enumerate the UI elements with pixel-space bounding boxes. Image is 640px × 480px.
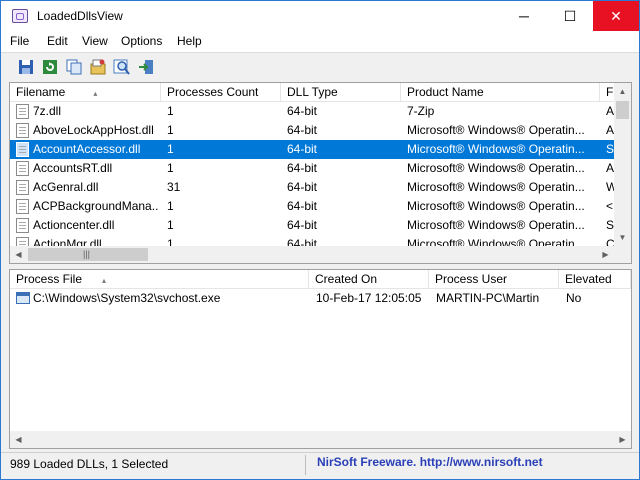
column-dll-type[interactable]: DLL Type [281, 83, 401, 102]
table-row-selected[interactable]: AccountAccessor.dll 1 64-bit Microsoft® … [10, 140, 618, 159]
scroll-up-icon[interactable]: ▲ [614, 83, 631, 100]
column-process-user[interactable]: Process User [429, 270, 559, 289]
dll-file-icon [16, 104, 29, 119]
menu-file[interactable]: File [10, 34, 29, 48]
sort-arrow-icon: ▴ [102, 276, 107, 285]
nirsoft-link[interactable]: NirSoft Freeware. http://www.nirsoft.net [317, 455, 543, 469]
dll-list-header: Filename ▴ Processes Count DLL Type Produ… [10, 83, 631, 102]
dll-file-icon [16, 142, 29, 157]
dll-list-vertical-scrollbar[interactable]: ▲ ▼ [614, 83, 631, 246]
scroll-down-icon[interactable]: ▼ [614, 229, 631, 246]
sort-arrow-icon: ▴ [93, 89, 98, 98]
status-divider [305, 455, 306, 475]
dll-list-horizontal-scrollbar[interactable]: ◀ ||| ▶ [10, 246, 614, 263]
scroll-right-icon[interactable]: ▶ [614, 431, 631, 448]
status-count: 989 Loaded DLLs, 1 Selected [10, 457, 169, 471]
find-icon[interactable] [113, 58, 131, 76]
title-bar[interactable]: LoadedDllsView ─ ☐ ✕ [1, 1, 639, 31]
scroll-right-icon[interactable]: ▶ [597, 246, 614, 263]
process-window-icon [16, 292, 30, 304]
menu-help[interactable]: Help [177, 34, 202, 48]
minimize-button[interactable]: ─ [501, 1, 547, 31]
dll-list[interactable]: Filename ▴ Processes Count DLL Type Produ… [9, 82, 632, 264]
column-product-name[interactable]: Product Name [401, 83, 600, 102]
column-elevated[interactable]: Elevated [559, 270, 631, 289]
dll-file-icon [16, 218, 29, 233]
refresh-icon[interactable] [41, 58, 59, 76]
grip-icon: ||| [83, 249, 91, 259]
scroll-corner [614, 246, 631, 263]
column-processes-count[interactable]: Processes Count [161, 83, 281, 102]
window-title: LoadedDllsView [37, 9, 123, 23]
table-row[interactable]: Actioncenter.dll 1 64-bit Microsoft® Win… [10, 216, 618, 235]
column-created-on[interactable]: Created On [309, 270, 429, 289]
menu-options[interactable]: Options [121, 34, 162, 48]
table-row[interactable]: ActionMgr.dll 1 64-bit Microsoft® Window… [10, 235, 616, 246]
column-filename[interactable]: Filename ▴ [10, 83, 161, 102]
menu-edit[interactable]: Edit [47, 34, 68, 48]
dll-file-icon [16, 199, 29, 214]
process-list-horizontal-scrollbar[interactable]: ◀ ▶ [10, 431, 631, 448]
exit-icon[interactable] [137, 58, 155, 76]
table-row[interactable]: C:\Windows\System32\svchost.exe 10-Feb-1… [10, 289, 631, 308]
process-list-header: Process File ▴ Created On Process User El… [10, 270, 631, 289]
table-row[interactable]: ACPBackgroundMana... 1 64-bit Microsoft®… [10, 197, 616, 216]
menu-view[interactable]: View [82, 34, 108, 48]
maximize-button[interactable]: ☐ [547, 1, 593, 31]
properties-icon[interactable] [89, 58, 107, 76]
scroll-left-icon[interactable]: ◀ [10, 246, 27, 263]
dll-file-icon [16, 237, 29, 246]
table-row[interactable]: 7z.dll 1 64-bit 7-Zip A [10, 102, 616, 121]
dll-file-icon [16, 180, 29, 195]
dll-file-icon [16, 161, 29, 176]
app-icon [12, 9, 28, 23]
app-window: LoadedDllsView ─ ☐ ✕ File Edit View Opti… [0, 0, 640, 480]
menu-bar: File Edit View Options Help [1, 31, 639, 52]
dll-file-icon [16, 123, 29, 138]
save-icon[interactable] [17, 58, 35, 76]
copy-icon[interactable] [65, 58, 83, 76]
status-bar: 989 Loaded DLLs, 1 Selected NirSoft Free… [1, 452, 639, 479]
process-list[interactable]: Process File ▴ Created On Process User El… [9, 269, 632, 449]
scroll-left-icon[interactable]: ◀ [10, 431, 27, 448]
table-row[interactable]: AccountsRT.dll 1 64-bit Microsoft® Windo… [10, 159, 616, 178]
table-row[interactable]: AcGenral.dll 31 64-bit Microsoft® Window… [10, 178, 617, 197]
toolbar [1, 52, 639, 80]
close-button[interactable]: ✕ [593, 1, 639, 31]
scroll-thumb[interactable] [616, 101, 629, 119]
table-row[interactable]: AboveLockAppHost.dll 1 64-bit Microsoft®… [10, 121, 616, 140]
column-process-file[interactable]: Process File ▴ [10, 270, 309, 289]
